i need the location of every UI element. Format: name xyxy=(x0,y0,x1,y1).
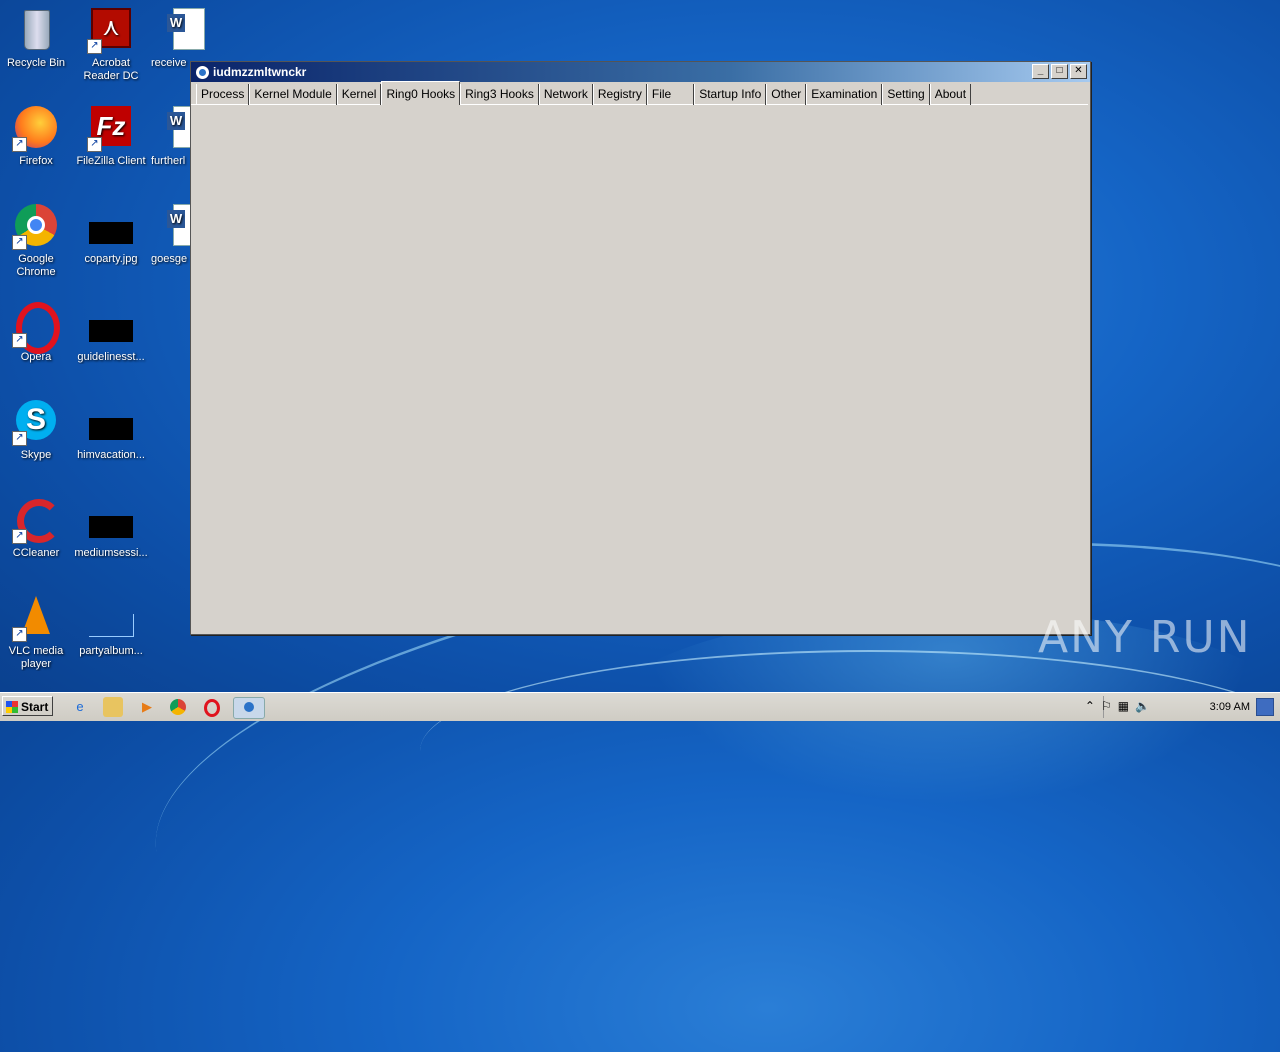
desktop-icon-opera[interactable]: ↗ Opera xyxy=(0,300,74,364)
word-document-icon: W xyxy=(161,6,209,54)
tab-registry[interactable]: Registry xyxy=(592,84,647,105)
skype-icon: S ↗ xyxy=(12,398,60,446)
tab-network[interactable]: Network xyxy=(538,84,593,105)
ie-icon[interactable]: e xyxy=(70,697,90,717)
filezilla-icon: Fz ↗ xyxy=(87,104,135,152)
tab-setting[interactable]: Setting xyxy=(882,84,930,105)
image-file-icon xyxy=(87,594,135,642)
tab-about[interactable]: About xyxy=(929,84,972,105)
tab-startup-info[interactable]: Startup Info xyxy=(694,84,767,105)
tab-ring3-hooks[interactable]: Ring3 Hooks xyxy=(460,84,539,105)
desktop-icon-label: VLC media player xyxy=(8,645,64,670)
desktop-icon-label: Google Chrome xyxy=(16,253,56,278)
taskbar: Start e ▶ ⌃ ⚐ ▦ 🔈 3:09 AM xyxy=(0,692,1280,721)
ccleaner-icon: ↗ xyxy=(12,496,61,544)
desktop-icon-vlc[interactable]: ↗ VLC media player xyxy=(0,594,74,671)
tab-content-area xyxy=(194,106,1087,630)
desktop-icon-label: CCleaner xyxy=(12,547,60,559)
desktop-icon-label: Acrobat Reader DC xyxy=(83,57,139,82)
maximize-button[interactable]: □ xyxy=(1051,64,1068,79)
desktop-icon-himvacation[interactable]: himvacation... xyxy=(73,398,149,462)
app-icon xyxy=(244,702,254,712)
tab-kernel-module[interactable]: Kernel Module xyxy=(249,84,337,105)
desktop-icon-label: partyalbum... xyxy=(79,645,143,657)
desktop-icon-label: guidelinesst... xyxy=(77,351,145,363)
image-file-icon xyxy=(87,398,135,446)
tab-examination[interactable]: Examination xyxy=(806,84,883,105)
desktop-icon-filezilla[interactable]: Fz ↗ FileZilla Client xyxy=(73,104,149,168)
chrome-icon[interactable] xyxy=(170,699,186,715)
desktop-icon-label: Recycle Bin xyxy=(6,57,66,69)
firefox-icon: ↗ xyxy=(12,104,60,152)
system-tray: ⌃ ⚐ ▦ 🔈 xyxy=(1085,696,1150,716)
flag-icon[interactable]: ⚐ xyxy=(1101,699,1112,713)
wallpaper-stroke xyxy=(420,650,1280,852)
image-file-icon xyxy=(87,300,135,348)
app-icon xyxy=(195,65,210,80)
opera-icon[interactable] xyxy=(204,699,220,717)
desktop-icon-label: himvacation... xyxy=(77,449,145,461)
tab-other[interactable]: Other xyxy=(766,84,807,105)
vlc-icon: ↗ xyxy=(12,594,60,642)
clock[interactable]: 3:09 AM xyxy=(1210,693,1250,721)
volume-icon[interactable]: 🔈 xyxy=(1135,699,1150,713)
desktop-icon-ccleaner[interactable]: ↗ CCleaner xyxy=(0,496,74,560)
desktop-icon-label: coparty.jpg xyxy=(84,253,138,265)
desktop-icon-partyalbum[interactable]: partyalbum... xyxy=(73,594,149,658)
tab-file[interactable]: File xyxy=(646,84,695,105)
desktop-icon-mediumsession[interactable]: mediumsessi... xyxy=(73,496,149,560)
close-button[interactable]: ✕ xyxy=(1070,64,1087,79)
chrome-icon: ↗ xyxy=(12,202,60,250)
desktop-icon-skype[interactable]: S ↗ Skype xyxy=(0,398,74,462)
desktop-icon-acrobat[interactable]: ⋏ ↗ Acrobat Reader DC xyxy=(73,6,149,83)
image-file-icon xyxy=(87,202,135,250)
image-file-icon xyxy=(87,496,135,544)
tab-kernel[interactable]: Kernel xyxy=(336,84,382,105)
tab-ring0-hooks[interactable]: Ring0 Hooks xyxy=(381,81,461,105)
opera-icon: ↗ xyxy=(12,300,60,354)
desktop-icon-guidelines[interactable]: guidelinesst... xyxy=(73,300,149,364)
explorer-icon[interactable] xyxy=(103,697,123,717)
tab-bar: Process Kernel Module Kernel Ring0 Hooks… xyxy=(196,81,972,105)
network-icon[interactable]: ▦ xyxy=(1118,699,1129,713)
desktop-icon-google-chrome[interactable]: ↗ Google Chrome xyxy=(0,202,74,279)
start-button[interactable]: Start xyxy=(2,696,53,716)
show-hidden-icons-icon[interactable]: ⌃ xyxy=(1085,699,1095,713)
minimize-button[interactable]: _ xyxy=(1032,64,1049,79)
desktop-icon-label: FileZilla Client xyxy=(76,155,146,167)
window-controls: _ □ ✕ xyxy=(1032,64,1087,79)
acrobat-icon: ⋏ ↗ xyxy=(87,6,135,54)
running-app-button[interactable] xyxy=(233,697,265,719)
window-title: iudmzzmltwnckr xyxy=(213,65,307,79)
recycle-bin-icon xyxy=(12,6,60,54)
app-window: iudmzzmltwnckr _ □ ✕ Process Kernel Modu… xyxy=(190,61,1091,635)
desktop-icon-label: Firefox xyxy=(19,155,53,167)
desktop-icon-label: mediumsessi... xyxy=(74,547,148,559)
window-titlebar[interactable]: iudmzzmltwnckr _ □ ✕ xyxy=(191,62,1090,82)
desktop-icon-firefox[interactable]: ↗ Firefox xyxy=(0,104,74,168)
anyrun-watermark: ANY RUN xyxy=(1038,612,1252,663)
desktop-icon-recycle-bin[interactable]: Recycle Bin xyxy=(0,6,74,70)
tab-process[interactable]: Process xyxy=(196,84,250,105)
desktop-icon-coparty[interactable]: coparty.jpg xyxy=(73,202,149,266)
show-desktop-button[interactable] xyxy=(1256,698,1274,716)
desktop-icon-label: Skype xyxy=(20,449,52,461)
media-player-icon[interactable]: ▶ xyxy=(137,697,157,717)
